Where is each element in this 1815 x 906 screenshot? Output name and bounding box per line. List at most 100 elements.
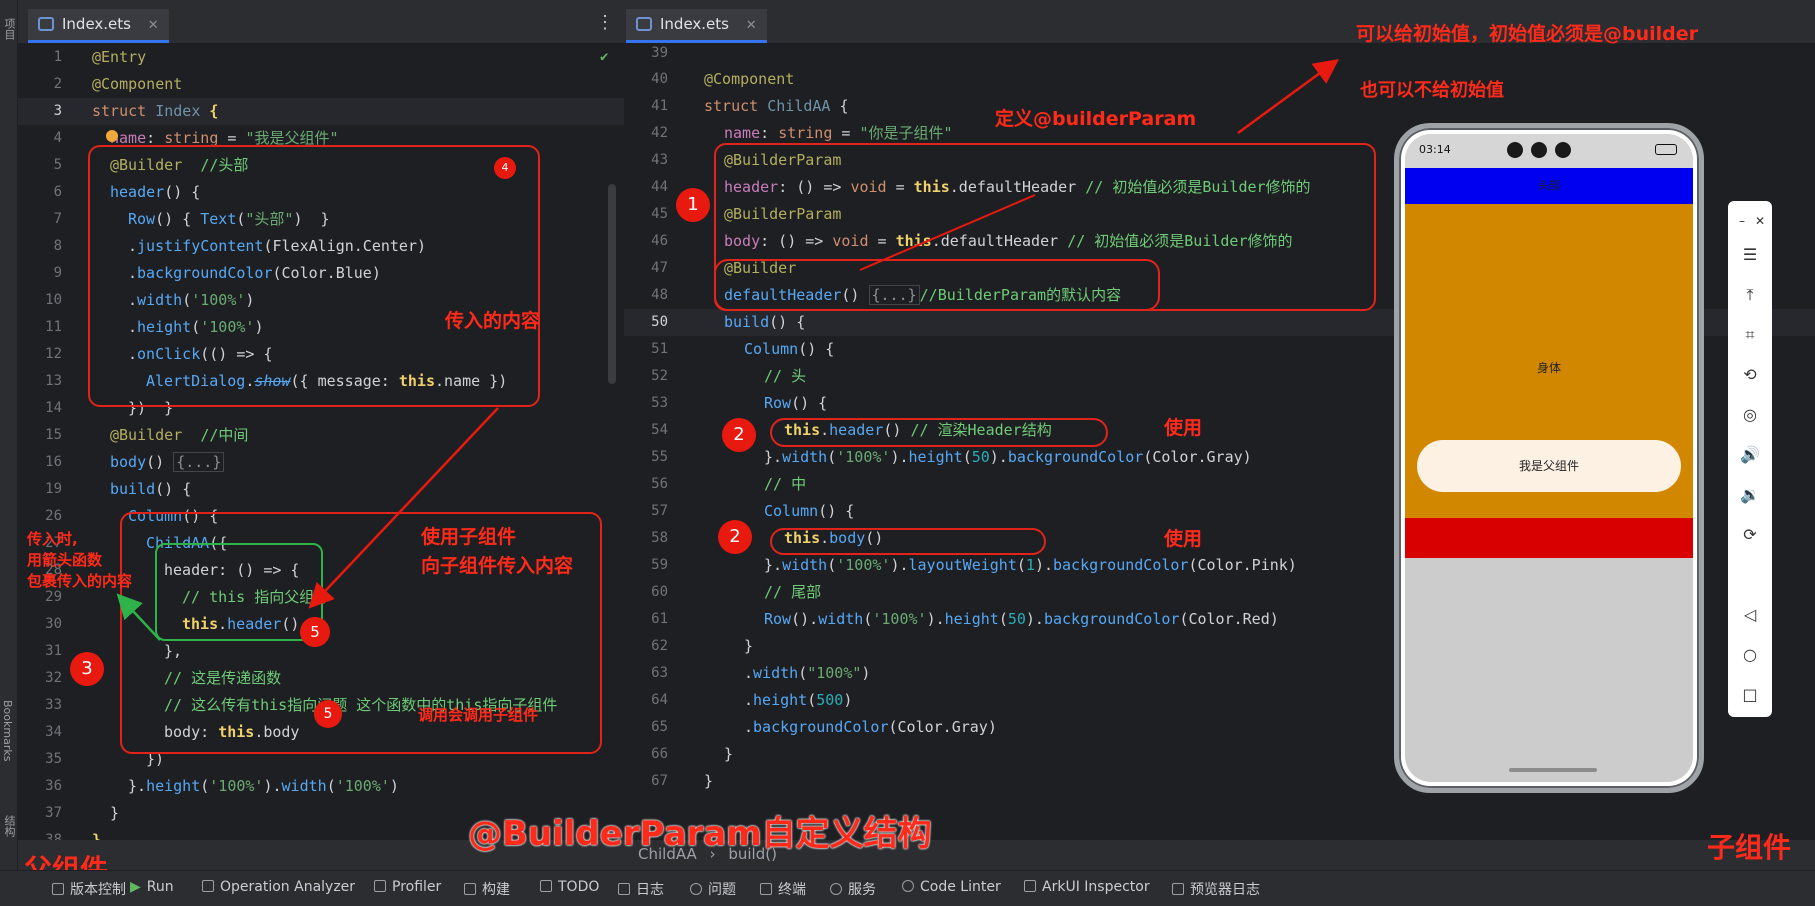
default-header-box bbox=[714, 259, 1160, 311]
code-line: 39 bbox=[651, 45, 668, 61]
left-editor-tabbar: Index.ets ✕ ⋮ bbox=[18, 0, 624, 44]
terminal-icon bbox=[760, 883, 772, 895]
header-usage-ellipse bbox=[770, 418, 1108, 447]
intention-bulb-icon[interactable] bbox=[106, 130, 118, 142]
run-tab[interactable]: ▶ Run bbox=[130, 879, 174, 895]
preview-footer-row bbox=[1405, 518, 1693, 558]
linter-icon bbox=[902, 880, 914, 892]
operation-analyzer-tab[interactable]: Operation Analyzer bbox=[202, 879, 355, 895]
list-icon bbox=[540, 880, 552, 892]
badge-5: 5 bbox=[300, 617, 330, 647]
version-control-tab[interactable]: 版本控制 bbox=[52, 879, 126, 899]
device-time: 03:14 bbox=[1419, 143, 1451, 156]
previewer-log-icon bbox=[1172, 883, 1184, 895]
use-child-note: 使用子组件 bbox=[421, 526, 517, 548]
code-line: 41 struct ChildAA { bbox=[651, 97, 849, 115]
info-icon bbox=[690, 883, 702, 895]
pin-top-icon[interactable]: ⤒ bbox=[1740, 285, 1760, 305]
close-icon[interactable]: ✕ bbox=[746, 18, 757, 33]
build-tab[interactable]: 构建 bbox=[464, 879, 510, 899]
previewer-log-tab[interactable]: 预览器日志 bbox=[1172, 879, 1260, 899]
log-icon bbox=[618, 883, 630, 895]
body-usage-ellipse bbox=[770, 528, 1046, 555]
screenshot-icon[interactable]: ◎ bbox=[1740, 405, 1760, 425]
tab-index-ets-right[interactable]: Index.ets ✕ bbox=[626, 9, 767, 43]
rotate-icon[interactable]: ⟲ bbox=[1740, 365, 1760, 385]
badge-2: 2 bbox=[718, 520, 752, 554]
child-component-label: 子组件 bbox=[1707, 831, 1792, 864]
code-line: 15 @Builder //中间 bbox=[45, 426, 249, 444]
volume-down-icon[interactable]: 🔉 bbox=[1740, 485, 1760, 505]
define-builder-param-note: 定义@builderParam bbox=[995, 108, 1197, 130]
device-preview: 03:14 头部 身体 我是父组件 bbox=[1394, 123, 1704, 793]
shake-icon[interactable]: ⟳ bbox=[1740, 525, 1760, 545]
breadcrumb-separator: › bbox=[709, 845, 716, 863]
device-screen: 03:14 头部 身体 我是父组件 bbox=[1405, 134, 1693, 782]
badge-3: 3 bbox=[70, 652, 104, 686]
tab-index-ets-left[interactable]: Index.ets ✕ bbox=[28, 9, 169, 43]
inspector-icon bbox=[1024, 880, 1036, 892]
ets-file-icon bbox=[38, 17, 54, 31]
arrow-function-note-line1: 传入时, bbox=[27, 530, 78, 548]
more-options-icon[interactable]: ⋮ bbox=[596, 12, 614, 33]
volume-up-icon[interactable]: 🔊 bbox=[1740, 445, 1760, 465]
run-icon: ▶ bbox=[130, 879, 141, 895]
arrow-function-note-line3: 包裹传入的内容 bbox=[27, 572, 133, 590]
code-line: 19 build() { bbox=[45, 480, 192, 498]
preview-body-label: 身体 bbox=[1536, 361, 1561, 375]
camera-icon bbox=[1531, 142, 1547, 158]
tab-label: Index.ets bbox=[62, 15, 131, 33]
terminal-tab[interactable]: 终端 bbox=[760, 879, 806, 899]
minimize-icon[interactable]: – bbox=[1732, 211, 1752, 231]
home-icon[interactable]: ○ bbox=[1740, 645, 1760, 665]
crop-icon[interactable]: ⌗ bbox=[1740, 325, 1760, 345]
left-tool-strip: 项目 Bookmarks 结构 bbox=[0, 0, 18, 906]
breadcrumb-struct[interactable]: ChildAA bbox=[638, 845, 697, 863]
services-tab[interactable]: 服务 bbox=[830, 879, 876, 899]
battery-icon bbox=[1655, 144, 1677, 155]
badge-1: 1 bbox=[676, 188, 710, 222]
preview-parent-button[interactable]: 我是父组件 bbox=[1417, 440, 1681, 492]
project-tool-label[interactable]: 项目 bbox=[1, 18, 17, 40]
close-icon[interactable]: ✕ bbox=[148, 18, 159, 33]
badge-4: 4 bbox=[494, 157, 516, 179]
code-line: 36}.height('100%').width('100%') bbox=[45, 777, 399, 795]
recent-apps-icon[interactable]: □ bbox=[1740, 685, 1760, 705]
branch-icon bbox=[52, 883, 64, 895]
preview-header-row[interactable]: 头部 bbox=[1405, 168, 1693, 204]
problems-tab[interactable]: 问题 bbox=[690, 879, 736, 899]
profiler-tab[interactable]: Profiler bbox=[374, 879, 441, 895]
tab-label: Index.ets bbox=[660, 15, 729, 33]
breadcrumb: ChildAA › build() bbox=[638, 845, 777, 863]
code-linter-tab[interactable]: Code Linter bbox=[902, 879, 1001, 895]
bottom-tool-window-bar: 版本控制 ▶ Run Operation Analyzer Profiler 构建… bbox=[0, 870, 1815, 906]
back-icon[interactable]: ◁ bbox=[1740, 605, 1760, 625]
emulator-toolbar: – ✕ ☰ ⤒ ⌗ ⟲ ◎ 🔊 🔉 ⟳ ◁ ○ □ bbox=[1728, 201, 1772, 717]
close-icon[interactable]: ✕ bbox=[1750, 211, 1770, 231]
camera-icon bbox=[1507, 142, 1523, 158]
no-initial-value-note: 也可以不给初始值 bbox=[1360, 80, 1504, 101]
preview-body-column: 身体 我是父组件 bbox=[1405, 204, 1693, 518]
arrow-function-box bbox=[155, 543, 323, 641]
services-icon bbox=[830, 883, 842, 895]
ets-file-icon bbox=[636, 17, 652, 31]
code-line: 2 @Component bbox=[53, 75, 183, 93]
home-indicator[interactable] bbox=[1509, 768, 1597, 772]
bookmarks-tool-label[interactable]: Bookmarks bbox=[1, 700, 14, 761]
badge-2: 2 bbox=[722, 418, 756, 452]
code-line: 1 @Entry bbox=[53, 48, 147, 66]
menu-icon[interactable]: ☰ bbox=[1740, 245, 1760, 265]
log-tab[interactable]: 日志 bbox=[618, 879, 664, 899]
passed-content-note: 传入的内容 bbox=[445, 310, 541, 332]
todo-tab[interactable]: TODO bbox=[540, 879, 599, 895]
camera-icon bbox=[1555, 142, 1571, 158]
arkui-inspector-tab[interactable]: ArkUI Inspector bbox=[1024, 879, 1150, 895]
structure-tool-label[interactable]: 结构 bbox=[1, 815, 17, 837]
arrow-function-note-line2: 用箭头函数 bbox=[27, 551, 103, 569]
profiler-icon bbox=[374, 880, 386, 892]
breadcrumb-method[interactable]: build() bbox=[728, 845, 777, 863]
hammer-icon bbox=[464, 883, 476, 895]
analyzer-icon bbox=[202, 880, 214, 892]
call-child-note: 调用会调用子组件 bbox=[418, 706, 539, 724]
code-line: 40 @Component bbox=[651, 70, 795, 88]
